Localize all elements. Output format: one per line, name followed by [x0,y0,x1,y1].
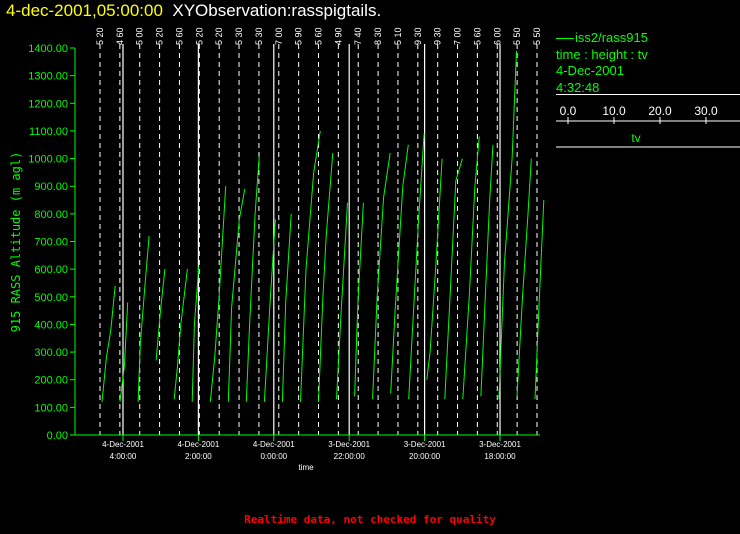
profile-trace [426,158,443,380]
x-tick-time: 4:00:00 [110,452,137,461]
profile-label: 6 00 [492,27,502,45]
legend-scale-label: 10.0 [602,104,626,118]
profile-label: 8 30 [373,27,383,45]
x-tick-time: 20:00:00 [409,452,441,461]
y-tick-label: 0.00 [47,430,68,442]
x-tick-time: 22:00:00 [334,452,366,461]
profile-label: 5 50 [512,27,522,45]
y-tick-label: 1000.00 [28,154,68,166]
profile-label: 5 30 [234,27,244,45]
profile-trace [101,285,116,402]
profile-trace [209,186,227,402]
legend-panel: iss2/rass915 time : height : tv 4-Dec-20… [556,30,740,148]
profile-trace [227,188,246,402]
x-tick-date: 3-Dec-2001 [328,440,370,449]
y-tick-label: 100.00 [34,402,68,414]
y-tick-label: 1300.00 [28,71,68,83]
x-tick-time: 2:00:00 [185,452,212,461]
y-tick-label: 500.00 [34,292,68,304]
quality-note: Realtime data, not checked for quality [244,513,496,526]
profile-label: 4 60 [115,27,125,45]
legend-scale-label: 0.0 [560,104,577,118]
x-tick-time: 0:00:00 [260,452,287,461]
y-tick-label: 300.00 [34,347,68,359]
profile-trace [534,199,545,400]
profile-guides [99,44,538,435]
profile-label: 4 90 [333,27,343,45]
legend-scale-label: 30.0 [694,104,718,118]
y-tick-label: 200.00 [34,375,68,387]
profile-label: 7 00 [453,27,463,45]
x-axis-label: time [298,463,314,472]
profile-trace [119,302,129,402]
x-tick-date: 4-Dec-2001 [177,440,219,449]
profile-label: 5 20 [155,27,165,45]
x-tick-date: 4-Dec-2001 [253,440,295,449]
profile-label: 7 40 [353,27,363,45]
profile-trace [516,158,532,397]
legend-line-icon [556,38,574,40]
y-tick-label: 1100.00 [29,126,68,138]
profile-label: 5 50 [532,27,542,45]
y-tick-label: 1400.00 [28,43,68,55]
legend-scale-label: 20.0 [648,104,672,118]
y-tick-label: 700.00 [34,237,68,249]
profile-trace [444,158,463,400]
x-tick-time: 18:00:00 [484,452,516,461]
legend-scale: 0.0 10.0 20.0 30.0 tv [556,104,740,148]
profile-label: 5 30 [254,27,264,45]
profile-trace [354,202,364,397]
profile-trace [462,136,480,400]
profile-label: 5 60 [314,27,324,45]
y-tick-label: 800.00 [34,209,68,221]
legend-series-row: iss2/rass915 [556,30,740,47]
profile-labels: 5 20 4 60 5 00 5 20 5 60 5 20 5 20 5 30 5 30 7 00… [95,27,542,45]
profile-label: 9 30 [433,27,443,45]
profile-label: 5 10 [393,27,403,45]
y-axis-label: 915 RASS Altitude (m agl) [9,152,23,333]
legend-scale-var: tv [631,131,640,145]
profile-label: 7 00 [274,27,284,45]
legend-separator [556,94,740,95]
profile-trace [480,144,494,397]
profile-trace [281,213,292,402]
x-tick-date: 3-Dec-2001 [479,440,521,449]
y-tick-label: 400.00 [34,319,68,331]
profile-label: 5 60 [174,27,184,45]
x-axis-ticks: 4-Dec-2001 4:00:00 4-Dec-2001 2:00:00 4-Dec-… [102,435,521,461]
legend-series-name: iss2/rass915 [575,30,648,45]
x-tick-date: 3-Dec-2001 [404,440,446,449]
legend-date: 4-Dec-2001 [556,63,624,78]
profile-trace [408,133,425,400]
profile-label: 5 60 [472,27,482,45]
legend-vars: time : height : tv [556,46,648,62]
profile-label: 5 90 [294,27,304,45]
y-axis-ticks: 0.00 100.00 200.00 300.00 400.00 500.00 600.00… [28,43,75,442]
profile-label: 5 20 [194,27,204,45]
profile-trace [372,152,391,400]
profile-trace [498,50,517,400]
profile-trace [245,152,260,402]
y-tick-label: 600.00 [34,264,68,276]
x-tick-date: 4-Dec-2001 [102,440,144,449]
y-tick-label: 900.00 [34,181,68,193]
profile-trace [300,130,321,402]
y-tick-label: 1200.00 [28,98,68,110]
profile-label: 5 20 [95,27,105,45]
profile-trace [155,269,166,361]
profile-label: 5 00 [135,27,145,45]
profile-trace [390,144,409,394]
profile-trace [173,269,188,400]
axes [74,48,540,436]
profile-trace [318,152,334,402]
profile-label: 9 30 [413,27,423,45]
profile-label: 5 20 [214,27,224,45]
